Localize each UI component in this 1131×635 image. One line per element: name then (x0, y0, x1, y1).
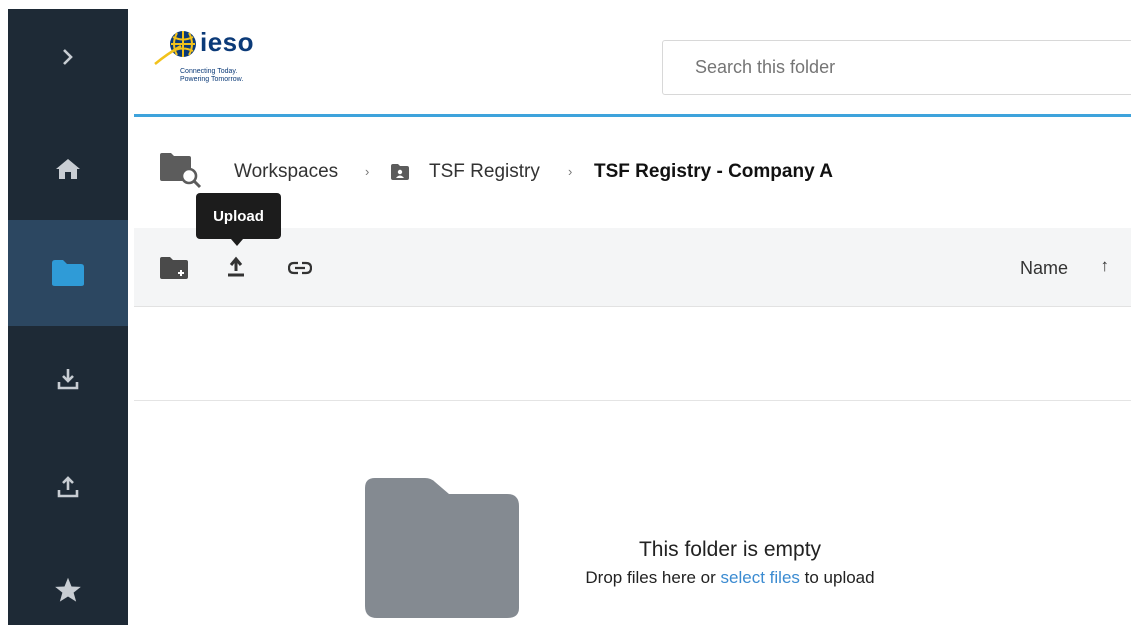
copy-link-button[interactable] (285, 258, 315, 278)
breadcrumb-workspaces[interactable]: Workspaces (234, 161, 338, 183)
link-icon (288, 261, 312, 275)
globe-logo-icon (154, 31, 196, 65)
upload-button[interactable] (223, 253, 249, 281)
logo-tagline-line-2: Powering Tomorrow. (180, 76, 244, 83)
sidebar-item-files[interactable] (8, 220, 128, 326)
sidebar-item-uploads[interactable] (8, 437, 128, 537)
logo-tagline: Connecting Today. Powering Tomorrow. (180, 68, 243, 84)
empty-state-title: This folder is empty (638, 538, 822, 561)
logo-tagline-line-1: Connecting Today. (180, 68, 238, 75)
sidebar-item-favorites[interactable] (8, 545, 128, 635)
sort-by-name-button[interactable]: Name (1020, 258, 1068, 279)
breadcrumb-current: TSF Registry - Company A (594, 161, 833, 182)
star-icon (55, 577, 81, 602)
chevron-right-icon (63, 48, 73, 65)
empty-state-prefix: Drop files here or (585, 568, 721, 587)
tooltip-arrow (231, 239, 243, 246)
toolbar: Name ↑ (134, 228, 1131, 307)
list-divider (134, 400, 1131, 401)
expand-sidebar-button[interactable] (8, 9, 128, 104)
empty-folder-icon (365, 478, 519, 618)
select-files-link[interactable]: select files (721, 568, 800, 587)
sidebar-item-downloads[interactable] (8, 329, 128, 429)
new-folder-icon (160, 257, 188, 279)
download-icon (57, 369, 79, 390)
folder-search-icon (160, 153, 202, 189)
logo-name: ieso (200, 27, 255, 57)
breadcrumb-tsf-registry[interactable]: TSF Registry (429, 161, 540, 183)
ieso-logo[interactable]: ieso Connecting Today. Powering Tomorrow… (153, 27, 323, 98)
breadcrumb-separator: › (568, 164, 573, 179)
breadcrumb-separator: › (365, 164, 370, 179)
empty-state-subtitle: Drop files here or select files to uploa… (520, 568, 940, 588)
folder-icon (52, 260, 84, 286)
upload-icon (228, 256, 244, 277)
upload-tooltip: Upload (196, 193, 281, 239)
search-input[interactable] (662, 40, 1131, 95)
upload-icon (57, 476, 79, 498)
shared-folder-icon (391, 164, 409, 180)
empty-state-suffix: to upload (799, 568, 875, 587)
sort-ascending-icon[interactable]: ↑ (1101, 256, 1110, 276)
home-icon (56, 159, 80, 179)
sidebar (8, 9, 128, 625)
top-strip (0, 0, 1131, 9)
sidebar-item-home[interactable] (8, 119, 128, 219)
new-folder-button[interactable] (159, 255, 189, 281)
